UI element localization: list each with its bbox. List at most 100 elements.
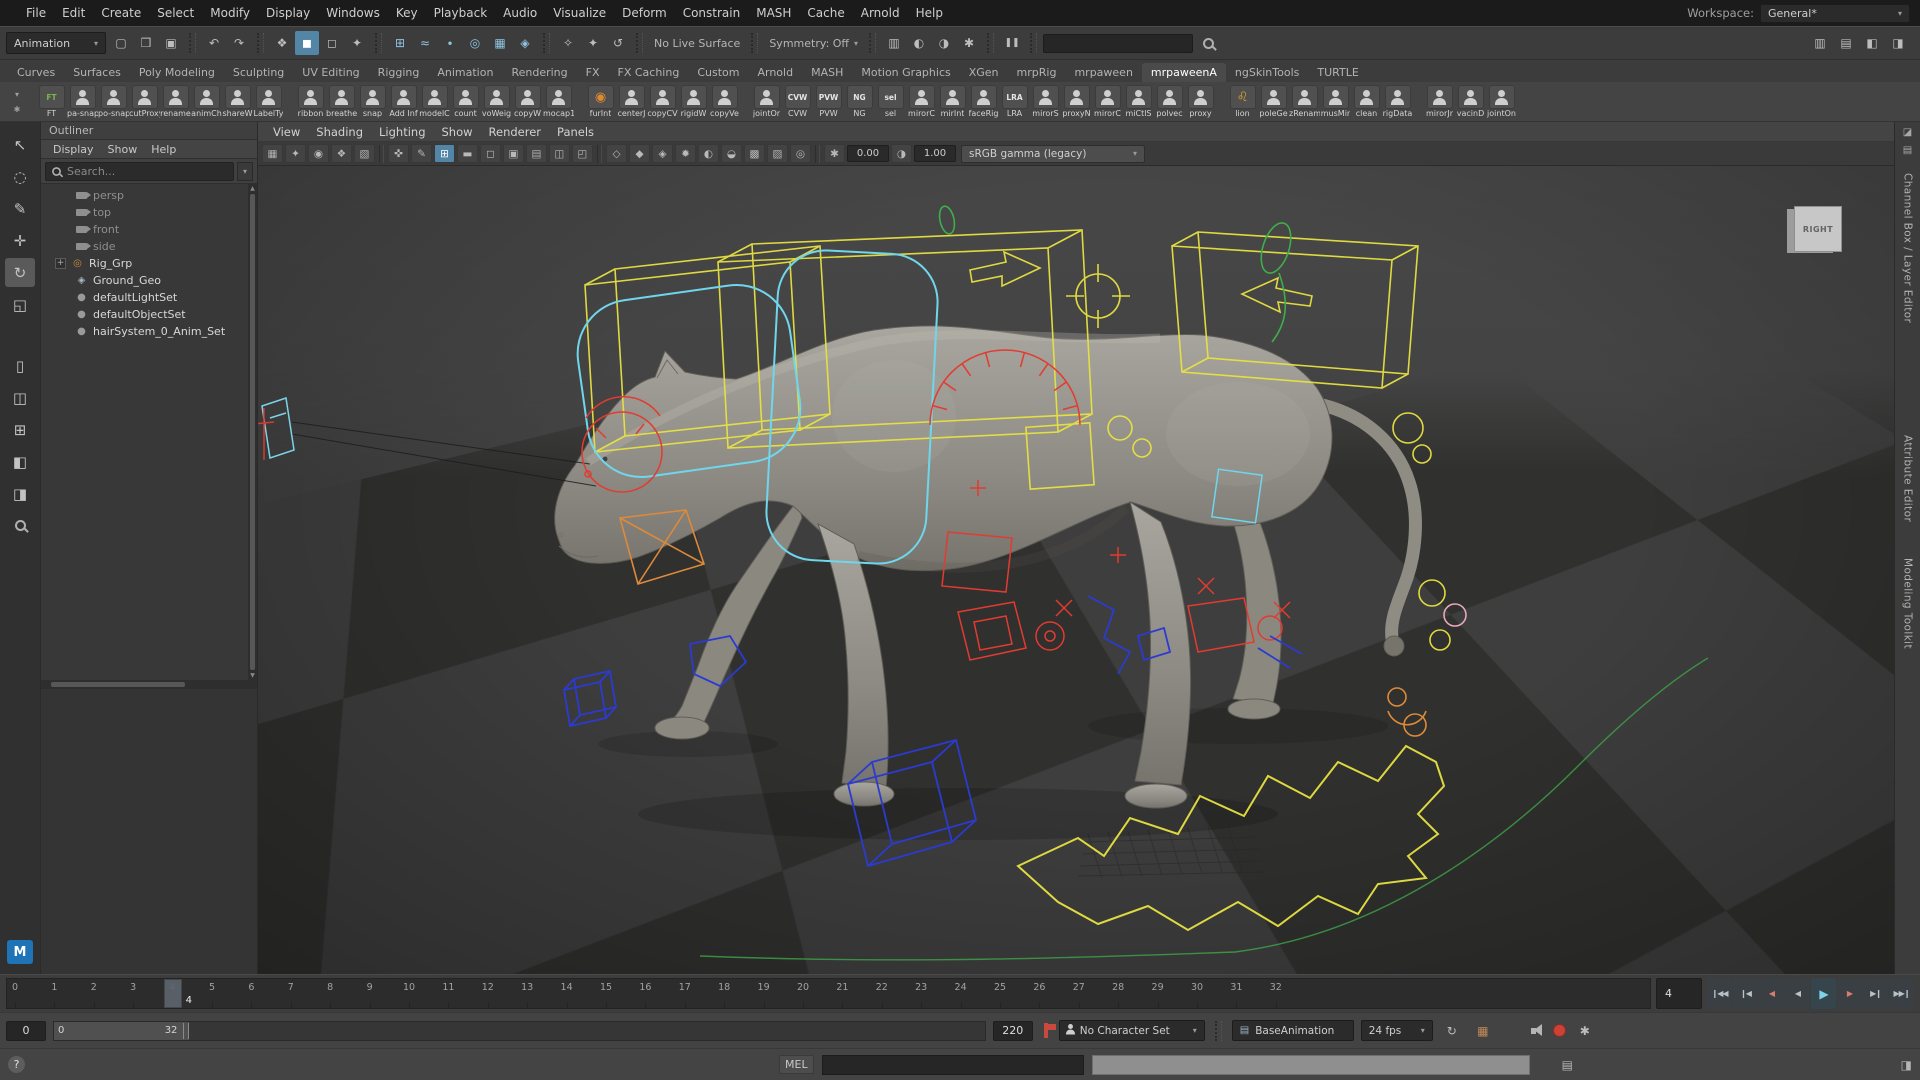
tree-item-ground-geo[interactable]: ◈Ground_Geo	[41, 272, 257, 289]
workspace-dropdown[interactable]: General* ▾	[1760, 4, 1910, 23]
shelf-item-polege[interactable]: poleGe	[1258, 85, 1289, 118]
shelf-item-mocap1[interactable]: mocap1	[543, 85, 574, 118]
tree-item-hairsystem-0-anim-set[interactable]: ●hairSystem_0_Anim_Set	[41, 323, 257, 340]
undo-icon[interactable]: ↶	[202, 31, 226, 55]
gate-mask-icon[interactable]: ▣	[503, 144, 524, 163]
tree-item-persp[interactable]: persp	[41, 187, 257, 204]
cached-playback-icon[interactable]: ▦	[1471, 1019, 1495, 1043]
search-icon[interactable]	[1196, 31, 1220, 55]
menu-help[interactable]: Help	[908, 3, 951, 23]
ipr-render-icon[interactable]: ◑	[932, 31, 956, 55]
shelf-item-modelc[interactable]: modelC	[419, 85, 450, 118]
shelf-item-mirint[interactable]: mirInt	[937, 85, 968, 118]
group-grip[interactable]	[1030, 33, 1037, 53]
playback-range[interactable]: 0 32	[54, 1022, 189, 1040]
snap-to-grids-icon[interactable]: ⊞	[388, 31, 412, 55]
render-settings-icon[interactable]: ✱	[957, 31, 981, 55]
shelf-item-sharew[interactable]: shareW	[222, 85, 253, 118]
viewport-menu-shading[interactable]: Shading	[309, 124, 370, 140]
outliner-horizontal-scrollbar[interactable]	[41, 680, 257, 689]
quick-selection-input[interactable]	[1043, 34, 1193, 53]
viewport-menu-lighting[interactable]: Lighting	[372, 124, 432, 140]
shelf-tab-mrpaween[interactable]: mrpaween	[1065, 63, 1141, 82]
isolate-select-icon[interactable]: ◎	[790, 144, 811, 163]
grease-pencil-icon[interactable]: ✎	[411, 144, 432, 163]
shelf-tab-surfaces[interactable]: Surfaces	[64, 63, 130, 82]
shelf-item-mirorjr[interactable]: mirorJr	[1424, 85, 1455, 118]
select-by-object-icon[interactable]: ◼	[295, 31, 319, 55]
select-camera-icon[interactable]: ▦	[262, 144, 283, 163]
toggle-outliner-icon[interactable]: ◨	[1886, 31, 1910, 55]
wireframe-icon[interactable]: ◇	[606, 144, 627, 163]
shelf-item-mirorc[interactable]: mirorC	[1092, 85, 1123, 118]
step-back-key-button[interactable]: ◀	[1759, 978, 1784, 1009]
current-frame-field[interactable]: 4	[1656, 978, 1702, 1009]
shelf-tab-sculpting[interactable]: Sculpting	[224, 63, 293, 82]
shelf-item-jointon[interactable]: jointOn	[1486, 85, 1517, 118]
bookmark-icon[interactable]	[1044, 1023, 1048, 1038]
shelf-item-cutproxy[interactable]: cutProxy	[129, 85, 160, 118]
animation-preferences-icon[interactable]: ✱	[1573, 1019, 1597, 1043]
shelf-item-furint[interactable]: ◉furInt	[585, 85, 616, 118]
resolution-gate-icon[interactable]: ◻	[480, 144, 501, 163]
sidebar-tab-modeling-toolkit[interactable]: Modeling Toolkit	[1902, 558, 1914, 649]
shelf-tab-rendering[interactable]: Rendering	[502, 63, 576, 82]
play-forwards-button[interactable]: ▶	[1811, 978, 1836, 1009]
camera-attributes-icon[interactable]: ◉	[308, 144, 329, 163]
group-grip[interactable]	[1215, 1021, 1222, 1041]
group-grip[interactable]	[751, 33, 758, 53]
timeline-track[interactable]: 0123456789101112131415161718192021222324…	[6, 978, 1651, 1009]
shadows-icon[interactable]: ◐	[698, 144, 719, 163]
tree-item-front[interactable]: front	[41, 221, 257, 238]
two-pane-layout-icon[interactable]: ◫	[5, 383, 35, 412]
lasso-tool-icon[interactable]: ◌	[5, 162, 35, 191]
shelf-item-po-snap[interactable]: po-snap	[98, 85, 129, 118]
smooth-shade-icon[interactable]: ◆	[629, 144, 650, 163]
group-grip[interactable]	[189, 33, 196, 53]
shelf-tab-poly-modeling[interactable]: Poly Modeling	[130, 63, 224, 82]
group-grip[interactable]	[543, 33, 550, 53]
mute-icon[interactable]	[1531, 1024, 1546, 1037]
shelf-item-pvw[interactable]: PVWPVW	[813, 85, 844, 118]
menu-file[interactable]: File	[18, 3, 54, 23]
shelf-item-centerj[interactable]: centerJ	[616, 85, 647, 118]
image-plane-icon[interactable]: ▧	[354, 144, 375, 163]
xray-icon[interactable]: ▨	[767, 144, 788, 163]
shelf-item-zrenam[interactable]: zRenam	[1289, 85, 1320, 118]
menu-deform[interactable]: Deform	[614, 3, 675, 23]
anim-layer-button[interactable]: ▤ BaseAnimation	[1232, 1020, 1354, 1041]
step-back-frame-button[interactable]: ❙◀	[1733, 978, 1758, 1009]
toggle-tool-settings-icon[interactable]: ◧	[1860, 31, 1884, 55]
rotate-tool-icon[interactable]: ↻	[5, 258, 35, 287]
outliner-menu-help[interactable]: Help	[145, 142, 182, 157]
input-connections-icon[interactable]: ✧	[556, 31, 580, 55]
tree-item-rig-grp[interactable]: +◎Rig_Grp	[41, 255, 257, 272]
tree-item-top[interactable]: top	[41, 204, 257, 221]
range-slider-track[interactable]: 0 32	[53, 1021, 986, 1041]
shelf-item-snap[interactable]: snap	[357, 85, 388, 118]
textured-icon[interactable]: ◈	[652, 144, 673, 163]
pause-icon[interactable]: ❚❚	[1000, 31, 1024, 55]
help-icon[interactable]: ?	[8, 1056, 25, 1073]
menu-display[interactable]: Display	[258, 3, 318, 23]
shelf-tab-uv-editing[interactable]: UV Editing	[293, 63, 368, 82]
shelf-tab-custom[interactable]: Custom	[688, 63, 748, 82]
make-live-icon[interactable]: ◈	[513, 31, 537, 55]
tree-item-side[interactable]: side	[41, 238, 257, 255]
group-grip[interactable]	[987, 33, 994, 53]
outliner-menu-show[interactable]: Show	[102, 142, 144, 157]
symmetry-dropdown[interactable]: Symmetry: Off▾	[764, 37, 863, 50]
viewport-menu-panels[interactable]: Panels	[550, 124, 601, 140]
colorspace-dropdown[interactable]: sRGB gamma (legacy) ▾	[961, 145, 1145, 163]
lock-camera-icon[interactable]: ✦	[285, 144, 306, 163]
shelf-item-pa-snap[interactable]: pa-snap	[67, 85, 98, 118]
step-forward-frame-button[interactable]: ▶❙	[1863, 978, 1888, 1009]
shelf-item-add-inf[interactable]: Add Inf	[388, 85, 419, 118]
menu-arnold[interactable]: Arnold	[853, 3, 908, 23]
shelf-item-mirors[interactable]: mirorS	[1030, 85, 1061, 118]
command-input[interactable]	[822, 1055, 1084, 1075]
scrollbar-thumb[interactable]	[250, 194, 255, 670]
shelf-item-polvec[interactable]: polvec	[1154, 85, 1185, 118]
shelf-item-clean[interactable]: clean	[1351, 85, 1382, 118]
zoom-tool-icon[interactable]	[5, 511, 35, 540]
